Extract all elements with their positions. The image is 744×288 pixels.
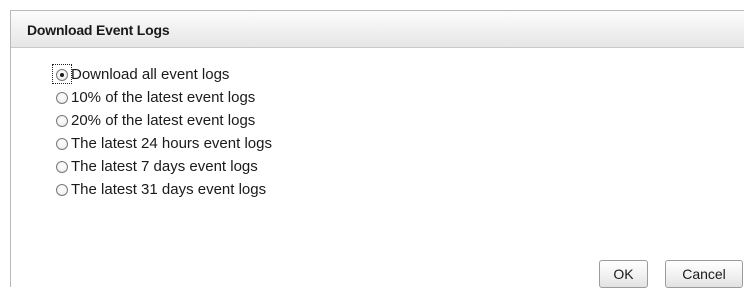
option-label: 10% of the latest event logs xyxy=(71,89,256,106)
download-event-logs-dialog: Download Event Logs Download all event l… xyxy=(10,10,744,288)
dialog-title: Download Event Logs xyxy=(27,22,170,38)
log-range-options: Download all event logs 10% of the lates… xyxy=(52,63,272,201)
dialog-header: Download Event Logs xyxy=(11,11,744,48)
radio-button-icon[interactable] xyxy=(56,68,68,81)
cancel-button[interactable]: Cancel xyxy=(665,260,743,288)
radio-button-icon[interactable] xyxy=(56,114,68,127)
radio-button-icon[interactable] xyxy=(56,91,68,104)
radio-button-icon[interactable] xyxy=(56,137,68,150)
option-latest-24-hours[interactable]: The latest 24 hours event logs xyxy=(56,132,272,155)
option-label: The latest 24 hours event logs xyxy=(71,135,272,152)
option-label: Download all event logs xyxy=(71,66,230,83)
option-download-all[interactable]: Download all event logs xyxy=(52,63,272,86)
option-latest-7-days[interactable]: The latest 7 days event logs xyxy=(56,155,272,178)
option-latest-20-percent[interactable]: 20% of the latest event logs xyxy=(56,109,272,132)
option-label: The latest 7 days event logs xyxy=(71,158,258,175)
option-label: 20% of the latest event logs xyxy=(71,112,256,129)
option-latest-10-percent[interactable]: 10% of the latest event logs xyxy=(56,86,272,109)
radio-button-icon[interactable] xyxy=(56,183,68,196)
radio-button-icon[interactable] xyxy=(56,160,68,173)
ok-button[interactable]: OK xyxy=(599,260,648,288)
option-label: The latest 31 days event logs xyxy=(71,181,267,198)
option-latest-31-days[interactable]: The latest 31 days event logs xyxy=(56,178,272,201)
